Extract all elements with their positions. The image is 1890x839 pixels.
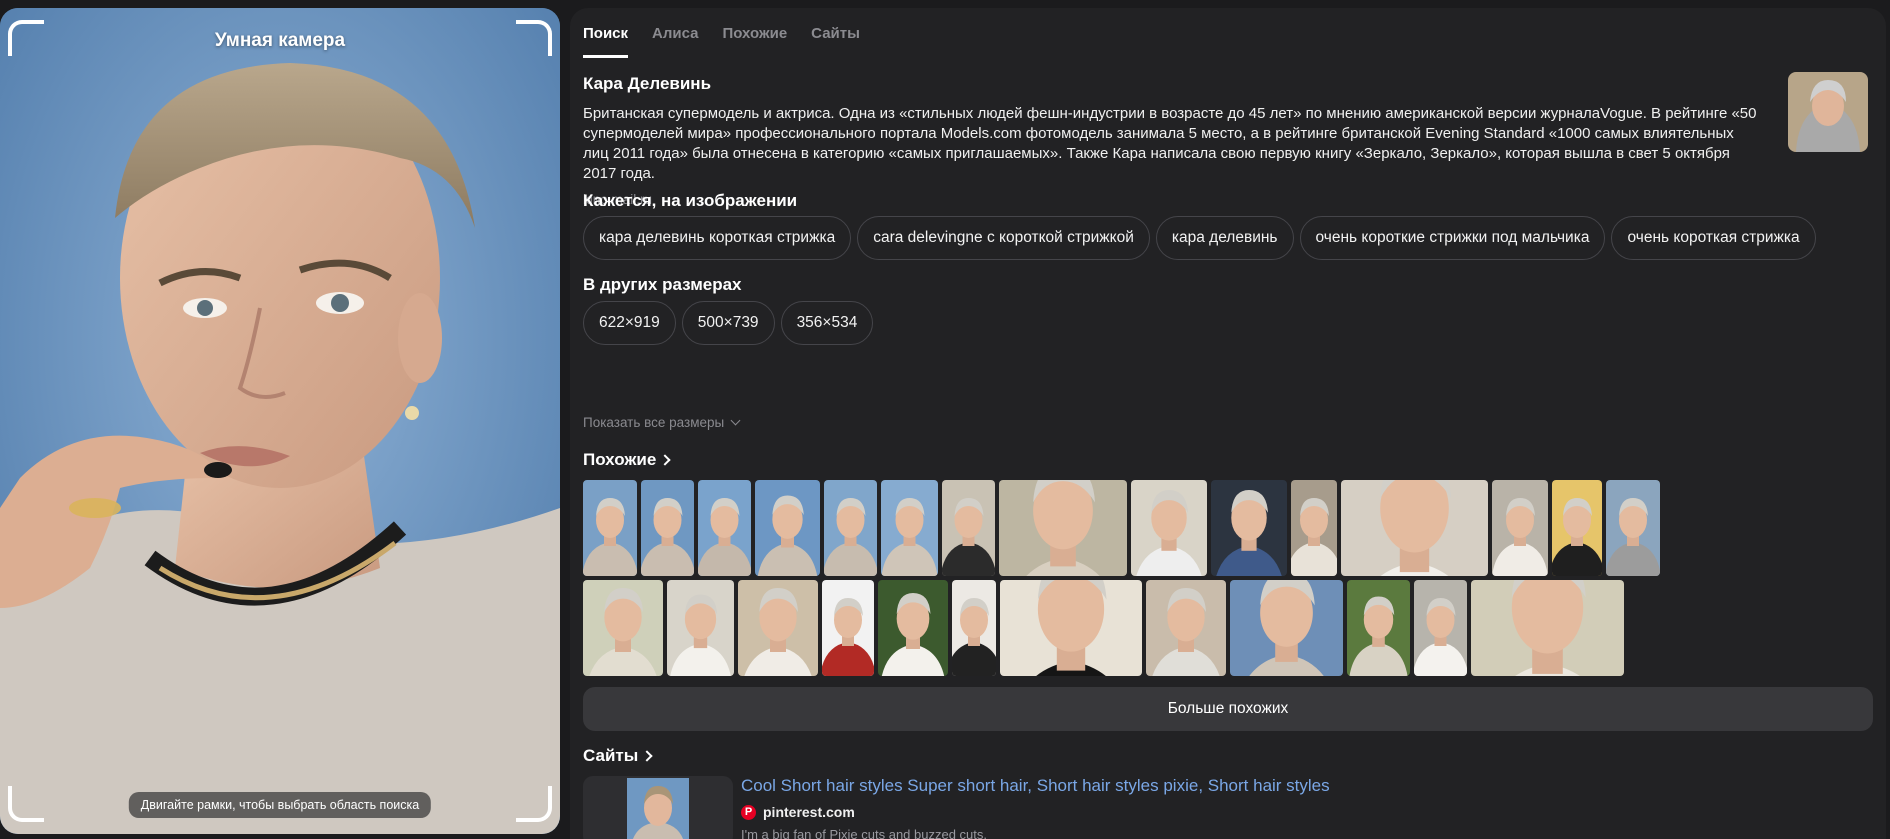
similar-image-thumbnail[interactable] <box>698 480 751 576</box>
similar-image-thumbnail[interactable] <box>878 580 948 676</box>
results-panel: Поиск Алиса Похожие Сайты Кара Делевинь … <box>570 8 1886 839</box>
entity-description: Британская супермодель и актриса. Одна и… <box>583 105 1757 182</box>
sites-title-label: Сайты <box>583 746 639 765</box>
similar-image-thumbnail[interactable] <box>1606 480 1660 576</box>
site-domain[interactable]: P pinterest.com <box>741 804 855 820</box>
similar-image-thumbnail[interactable] <box>667 580 734 676</box>
entity-card: Кара Делевинь Британская супермодель и а… <box>583 74 1763 207</box>
size-chip[interactable]: 500×739 <box>681 301 775 345</box>
camera-hint: Двигайте рамки, чтобы выбрать область по… <box>128 792 432 818</box>
similar-image-thumbnail[interactable] <box>942 480 995 576</box>
similar-image-thumbnail[interactable] <box>1211 480 1287 576</box>
smart-camera-panel[interactable]: Умная камера Двигайте рамки, чтобы выбра… <box>0 8 560 834</box>
tag-chips: кара делевинь короткая стрижка cara dele… <box>583 216 1816 260</box>
sites-section-title[interactable]: Сайты <box>583 746 653 766</box>
similar-image-thumbnail[interactable] <box>822 580 874 676</box>
similar-image-thumbnail[interactable] <box>1492 480 1548 576</box>
tab-sites[interactable]: Сайты <box>811 8 860 58</box>
similar-image-thumbnail[interactable] <box>999 480 1127 576</box>
tag-chip[interactable]: кара делевинь <box>1155 216 1294 260</box>
query-photo <box>0 8 560 834</box>
similar-image-thumbnail[interactable] <box>1471 580 1624 676</box>
camera-title: Умная камера <box>214 30 346 51</box>
tab-alice[interactable]: Алиса <box>652 8 698 58</box>
similar-image-thumbnail[interactable] <box>738 580 818 676</box>
entity-thumbnail[interactable] <box>1788 72 1868 152</box>
tab-bar: Поиск Алиса Похожие Сайты <box>583 8 860 58</box>
chevron-down-icon <box>730 415 741 426</box>
similar-image-thumbnail[interactable] <box>1414 580 1467 676</box>
site-title-link[interactable]: Cool Short hair styles Super short hair,… <box>741 776 1330 796</box>
similar-image-thumbnail[interactable] <box>1347 580 1410 676</box>
crop-handle-bottom-left[interactable] <box>8 786 44 822</box>
entity-name[interactable]: Кара Делевинь <box>583 74 1763 94</box>
similar-image-thumbnail[interactable] <box>1341 480 1488 576</box>
pinterest-icon: P <box>741 804 756 820</box>
similar-image-thumbnail[interactable] <box>1552 480 1602 576</box>
size-chip[interactable]: 622×919 <box>583 301 676 345</box>
similar-image-thumbnail[interactable] <box>952 580 996 676</box>
tab-similar[interactable]: Похожие <box>722 8 787 58</box>
chevron-right-icon <box>659 454 672 466</box>
tag-chip[interactable]: cara delevingne с короткой стрижкой <box>857 216 1150 260</box>
chevron-right-icon <box>641 750 653 762</box>
similar-row-2 <box>583 580 1624 676</box>
similar-image-thumbnail[interactable] <box>881 480 938 576</box>
show-all-sizes-label: Показать все размеры <box>583 415 725 430</box>
crop-handle-bottom-right[interactable] <box>516 786 552 822</box>
similar-image-thumbnail[interactable] <box>1146 580 1226 676</box>
site-snippet: I'm a big fan of Pixie cuts and buzzed c… <box>741 827 988 839</box>
tags-section-title: Кажется, на изображении <box>583 191 798 210</box>
similar-image-thumbnail[interactable] <box>1291 480 1337 576</box>
similar-image-thumbnail[interactable] <box>1230 580 1343 676</box>
similar-image-thumbnail[interactable] <box>824 480 877 576</box>
size-chip[interactable]: 356×534 <box>780 301 874 345</box>
more-similar-button[interactable]: Больше похожих <box>583 687 1873 731</box>
sizes-section-title: В других размерах <box>583 275 742 294</box>
similar-section-title[interactable]: Похожие <box>583 450 672 470</box>
size-chips: 622×919 500×739 356×534 <box>583 301 874 345</box>
similar-image-thumbnail[interactable] <box>1131 480 1207 576</box>
page: Умная камера Двигайте рамки, чтобы выбра… <box>0 0 1890 839</box>
similar-image-thumbnail[interactable] <box>641 480 694 576</box>
site-thumbnail[interactable] <box>583 776 733 839</box>
tab-search[interactable]: Поиск <box>583 8 629 58</box>
tag-chip[interactable]: кара делевинь короткая стрижка <box>583 216 852 260</box>
similar-image-thumbnail[interactable] <box>1000 580 1142 676</box>
similar-title-label: Похожие <box>583 450 657 469</box>
show-all-sizes-link[interactable]: Показать все размеры <box>583 415 741 430</box>
tag-chip[interactable]: очень короткая стрижка <box>1611 216 1816 260</box>
similar-image-thumbnail[interactable] <box>583 480 637 576</box>
similar-row-1 <box>583 480 1660 576</box>
similar-image-thumbnail[interactable] <box>755 480 820 576</box>
tag-chip[interactable]: очень короткие стрижки под мальчика <box>1299 216 1606 260</box>
similar-image-thumbnail[interactable] <box>583 580 663 676</box>
site-domain-label: pinterest.com <box>763 804 855 820</box>
